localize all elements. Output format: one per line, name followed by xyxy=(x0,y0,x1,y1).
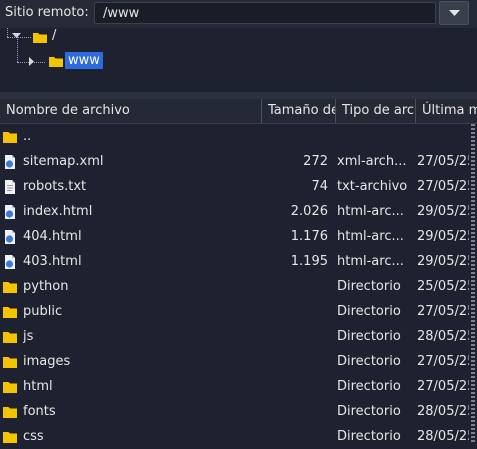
collapsed-arrow-icon[interactable] xyxy=(29,57,35,66)
tree-item-root[interactable]: / xyxy=(52,28,56,43)
file-type: Directorio xyxy=(337,379,401,394)
file-type: Directorio xyxy=(337,404,401,419)
column-header-size[interactable]: Tamaño de xyxy=(262,99,336,123)
tree-connector xyxy=(17,37,18,62)
file-size: 1.195 xyxy=(290,254,328,269)
file-type: Directorio xyxy=(337,304,401,319)
file-size: 74 xyxy=(311,179,328,194)
folder-icon xyxy=(33,33,47,43)
file-type: xml-arch... xyxy=(337,154,407,169)
file-row[interactable]: js Directorio 28/05/25 xyxy=(0,324,469,349)
tree-connector xyxy=(7,28,8,37)
web-file-icon xyxy=(5,205,15,219)
file-row[interactable]: fonts Directorio 28/05/25 xyxy=(0,399,469,424)
file-name: 404.html xyxy=(23,229,82,244)
file-type: Directorio xyxy=(337,354,401,369)
file-name: html xyxy=(23,379,53,394)
column-header-name[interactable]: Nombre de archivo xyxy=(0,99,262,123)
pane-splitter[interactable] xyxy=(0,92,477,99)
file-modified-date: 25/05/25 xyxy=(417,279,469,294)
text-file-icon xyxy=(5,180,15,194)
folder-icon xyxy=(3,282,17,293)
file-modified-date: 28/05/25 xyxy=(417,429,469,444)
file-row[interactable]: sitemap.xml 272 xml-arch... 27/05/25 xyxy=(0,149,469,174)
file-list-scrollbar[interactable] xyxy=(469,124,477,443)
remote-file-list: ..sitemap.xml272xml-arch...27/05/25robot… xyxy=(0,124,469,449)
file-size: 2.026 xyxy=(290,204,328,219)
folder-icon xyxy=(3,357,17,368)
file-row[interactable]: 404.html 1.176 html-arc... 29/05/25 xyxy=(0,224,469,249)
file-name: index.html xyxy=(23,204,93,219)
file-size: 1.176 xyxy=(290,229,328,244)
file-size: 272 xyxy=(303,154,328,169)
file-type: Directorio xyxy=(337,429,401,444)
folder-icon xyxy=(3,432,17,443)
file-modified-date: 27/05/25 xyxy=(417,379,469,394)
file-type: Directorio xyxy=(337,329,401,344)
file-modified-date: 29/05/25 xyxy=(417,229,469,244)
tree-item-www[interactable]: www xyxy=(65,52,103,69)
file-type: Directorio xyxy=(337,279,401,294)
file-modified-date: 28/05/25 xyxy=(417,329,469,344)
web-file-icon xyxy=(5,230,15,244)
expanded-arrow-icon[interactable] xyxy=(12,33,21,39)
folder-icon xyxy=(3,332,17,343)
file-row[interactable]: css Directorio 28/05/25 xyxy=(0,424,469,449)
file-type: html-arc... xyxy=(337,229,404,244)
remote-directory-tree[interactable]: / www xyxy=(0,28,477,92)
file-name: js xyxy=(23,329,34,344)
file-type: html-arc... xyxy=(337,254,404,269)
remote-site-bar: Sitio remoto: xyxy=(0,0,477,28)
file-name: .. xyxy=(23,129,32,144)
file-name: sitemap.xml xyxy=(23,154,104,169)
column-header-type[interactable]: Tipo de arc xyxy=(336,99,416,123)
folder-icon xyxy=(3,307,17,318)
file-modified-date: 27/05/25 xyxy=(417,304,469,319)
remote-path-input[interactable] xyxy=(94,2,436,24)
scrollbar-thumb[interactable] xyxy=(471,124,475,443)
folder-icon xyxy=(49,57,63,67)
folder-icon xyxy=(3,382,17,393)
file-row[interactable]: html Directorio 27/05/25 xyxy=(0,374,469,399)
column-header-date[interactable]: Última m xyxy=(416,99,477,123)
file-row[interactable]: index.html 2.026 html-arc... 29/05/25 xyxy=(0,199,469,224)
file-name: fonts xyxy=(23,404,56,419)
file-modified-date: 29/05/25 xyxy=(417,204,469,219)
file-type: html-arc... xyxy=(337,204,404,219)
web-file-icon xyxy=(5,155,15,169)
file-row[interactable]: public Directorio 27/05/25 xyxy=(0,299,469,324)
file-modified-date: 27/05/25 xyxy=(417,354,469,369)
file-modified-date: 28/05/25 xyxy=(417,404,469,419)
file-type: txt-archivo xyxy=(337,179,408,194)
path-history-dropdown[interactable] xyxy=(439,1,469,25)
file-name: public xyxy=(23,304,63,319)
web-file-icon xyxy=(5,255,15,269)
file-name: robots.txt xyxy=(23,179,87,194)
remote-site-label: Sitio remoto: xyxy=(5,5,89,20)
file-name: python xyxy=(23,279,69,294)
file-row[interactable]: images Directorio 27/05/25 xyxy=(0,349,469,374)
file-modified-date: 29/05/25 xyxy=(417,254,469,269)
file-row[interactable]: 403.html 1.195 html-arc... 29/05/25 xyxy=(0,249,469,274)
folder-icon xyxy=(3,132,17,143)
file-name: css xyxy=(23,429,44,444)
file-list-header: Nombre de archivo Tamaño de Tipo de arc … xyxy=(0,99,477,124)
chevron-down-icon xyxy=(449,10,460,16)
file-modified-date: 27/05/25 xyxy=(417,179,469,194)
file-modified-date: 27/05/25 xyxy=(417,154,469,169)
folder-icon xyxy=(3,407,17,418)
file-row[interactable]: robots.txt 74 txt-archivo 27/05/25 xyxy=(0,174,469,199)
file-row[interactable]: python Directorio 25/05/25 xyxy=(0,274,469,299)
file-name: images xyxy=(23,354,71,369)
file-name: 403.html xyxy=(23,254,82,269)
file-row[interactable]: .. xyxy=(0,124,469,149)
